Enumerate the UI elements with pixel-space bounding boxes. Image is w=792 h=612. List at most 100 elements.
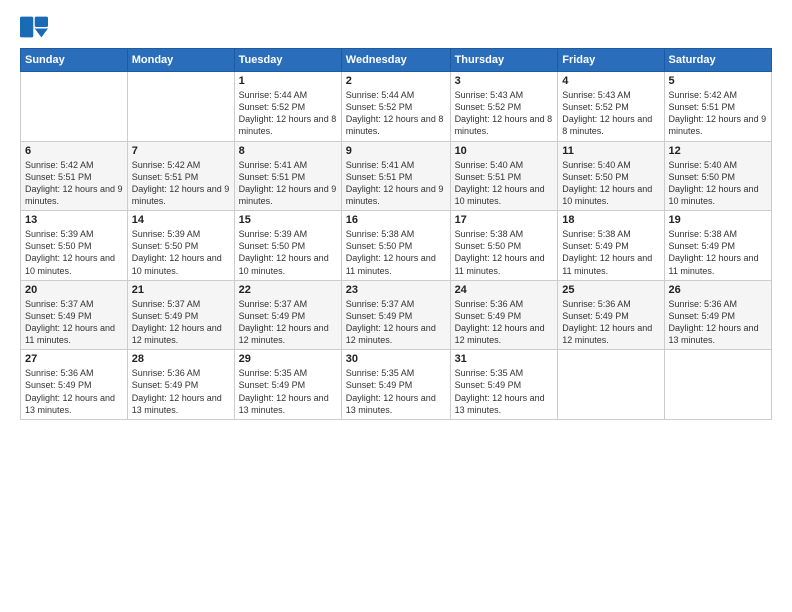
day-number: 4 (562, 75, 659, 87)
day-number: 10 (455, 145, 554, 157)
day-number: 14 (132, 214, 230, 226)
calendar-cell: 17Sunrise: 5:38 AM Sunset: 5:50 PM Dayli… (450, 211, 558, 281)
calendar-cell: 9 Sunrise: 5:41 AM Sunset: 5:51 PM Daylig… (341, 141, 450, 211)
day-info: Sunrise: 5:43 AM Sunset: 5:52 PM Dayligh… (562, 89, 659, 138)
day-number: 25 (562, 284, 659, 296)
day-info: Sunrise: 5:39 AM Sunset: 5:50 PM Dayligh… (132, 228, 230, 277)
page: SundayMondayTuesdayWednesdayThursdayFrid… (0, 0, 792, 612)
calendar-cell: 21 Sunrise: 5:37 AM Sunset: 5:49 PM Dayli… (127, 280, 234, 350)
day-number: 27 (25, 353, 123, 365)
day-info: Sunrise: 5:36 AM Sunset: 5:49 PM Dayligh… (455, 298, 554, 347)
weekday-sunday: Sunday (21, 49, 128, 72)
logo (20, 16, 52, 38)
day-number: 12 (669, 145, 767, 157)
day-info: Sunrise: 5:42 AM Sunset: 5:51 PM Dayligh… (25, 159, 123, 208)
logo-icon (20, 16, 48, 38)
calendar-cell (21, 72, 128, 142)
day-info: Sunrise: 5:42 AM Sunset: 5:51 PM Dayligh… (132, 159, 230, 208)
day-info: Sunrise: 5:38 AM Sunset: 5:50 PM Dayligh… (346, 228, 446, 277)
day-info: Sunrise: 5:44 AM Sunset: 5:52 PM Dayligh… (239, 89, 337, 138)
weekday-saturday: Saturday (664, 49, 771, 72)
day-number: 20 (25, 284, 123, 296)
day-number: 3 (455, 75, 554, 87)
calendar-cell: 11 Sunrise: 5:40 AM Sunset: 5:50 PM Dayli… (558, 141, 664, 211)
day-number: 18 (562, 214, 659, 226)
calendar-cell: 2Sunrise: 5:44 AM Sunset: 5:52 PM Daylig… (341, 72, 450, 142)
day-number: 22 (239, 284, 337, 296)
day-info: Sunrise: 5:40 AM Sunset: 5:50 PM Dayligh… (562, 159, 659, 208)
calendar-cell: 22 Sunrise: 5:37 AM Sunset: 5:49 PM Dayli… (234, 280, 341, 350)
calendar-cell: 13 Sunrise: 5:39 AM Sunset: 5:50 PM Dayli… (21, 211, 128, 281)
weekday-friday: Friday (558, 49, 664, 72)
calendar-cell: 20 Sunrise: 5:37 AM Sunset: 5:49 PM Dayli… (21, 280, 128, 350)
day-info: Sunrise: 5:37 AM Sunset: 5:49 PM Dayligh… (25, 298, 123, 347)
calendar-cell: 28 Sunrise: 5:36 AM Sunset: 5:49 PM Dayli… (127, 350, 234, 420)
day-info: Sunrise: 5:35 AM Sunset: 5:49 PM Dayligh… (239, 367, 337, 416)
calendar-cell: 10 Sunrise: 5:40 AM Sunset: 5:51 PM Dayli… (450, 141, 558, 211)
calendar-cell: 7 Sunrise: 5:42 AM Sunset: 5:51 PM Daylig… (127, 141, 234, 211)
calendar-cell: 26 Sunrise: 5:36 AM Sunset: 5:49 PM Dayli… (664, 280, 771, 350)
day-number: 16 (346, 214, 446, 226)
calendar-cell (558, 350, 664, 420)
calendar-cell: 27Sunrise: 5:36 AM Sunset: 5:49 PM Dayli… (21, 350, 128, 420)
calendar-cell: 14 Sunrise: 5:39 AM Sunset: 5:50 PM Dayli… (127, 211, 234, 281)
day-info: Sunrise: 5:36 AM Sunset: 5:49 PM Dayligh… (669, 298, 767, 347)
day-number: 13 (25, 214, 123, 226)
week-row-1: 1 Sunrise: 5:44 AM Sunset: 5:52 PM Daylig… (21, 72, 772, 142)
calendar-cell: 12Sunrise: 5:40 AM Sunset: 5:50 PM Dayli… (664, 141, 771, 211)
day-number: 2 (346, 75, 446, 87)
day-info: Sunrise: 5:36 AM Sunset: 5:49 PM Dayligh… (562, 298, 659, 347)
day-info: Sunrise: 5:41 AM Sunset: 5:51 PM Dayligh… (346, 159, 446, 208)
day-info: Sunrise: 5:43 AM Sunset: 5:52 PM Dayligh… (455, 89, 554, 138)
week-row-3: 13 Sunrise: 5:39 AM Sunset: 5:50 PM Dayli… (21, 211, 772, 281)
day-info: Sunrise: 5:39 AM Sunset: 5:50 PM Dayligh… (239, 228, 337, 277)
week-row-4: 20 Sunrise: 5:37 AM Sunset: 5:49 PM Dayli… (21, 280, 772, 350)
day-number: 8 (239, 145, 337, 157)
calendar-cell: 3 Sunrise: 5:43 AM Sunset: 5:52 PM Daylig… (450, 72, 558, 142)
day-info: Sunrise: 5:40 AM Sunset: 5:51 PM Dayligh… (455, 159, 554, 208)
day-info: Sunrise: 5:42 AM Sunset: 5:51 PM Dayligh… (669, 89, 767, 138)
calendar-cell (127, 72, 234, 142)
day-number: 30 (346, 353, 446, 365)
day-number: 31 (455, 353, 554, 365)
day-info: Sunrise: 5:38 AM Sunset: 5:49 PM Dayligh… (669, 228, 767, 277)
calendar-cell: 29 Sunrise: 5:35 AM Sunset: 5:49 PM Dayli… (234, 350, 341, 420)
weekday-tuesday: Tuesday (234, 49, 341, 72)
day-number: 26 (669, 284, 767, 296)
weekday-thursday: Thursday (450, 49, 558, 72)
calendar-cell: 8 Sunrise: 5:41 AM Sunset: 5:51 PM Daylig… (234, 141, 341, 211)
day-number: 28 (132, 353, 230, 365)
weekday-wednesday: Wednesday (341, 49, 450, 72)
day-number: 23 (346, 284, 446, 296)
day-number: 7 (132, 145, 230, 157)
day-info: Sunrise: 5:41 AM Sunset: 5:51 PM Dayligh… (239, 159, 337, 208)
day-info: Sunrise: 5:37 AM Sunset: 5:49 PM Dayligh… (239, 298, 337, 347)
day-number: 5 (669, 75, 767, 87)
day-number: 29 (239, 353, 337, 365)
calendar-cell: 23 Sunrise: 5:37 AM Sunset: 5:49 PM Dayli… (341, 280, 450, 350)
calendar-cell: 24 Sunrise: 5:36 AM Sunset: 5:49 PM Dayli… (450, 280, 558, 350)
calendar-cell: 15Sunrise: 5:39 AM Sunset: 5:50 PM Dayli… (234, 211, 341, 281)
calendar-cell (664, 350, 771, 420)
calendar-cell: 30Sunrise: 5:35 AM Sunset: 5:49 PM Dayli… (341, 350, 450, 420)
day-info: Sunrise: 5:37 AM Sunset: 5:49 PM Dayligh… (346, 298, 446, 347)
day-number: 11 (562, 145, 659, 157)
calendar-cell: 16 Sunrise: 5:38 AM Sunset: 5:50 PM Dayli… (341, 211, 450, 281)
day-number: 1 (239, 75, 337, 87)
day-number: 9 (346, 145, 446, 157)
header (20, 16, 772, 38)
weekday-monday: Monday (127, 49, 234, 72)
calendar-cell: 25 Sunrise: 5:36 AM Sunset: 5:49 PM Dayli… (558, 280, 664, 350)
day-info: Sunrise: 5:36 AM Sunset: 5:49 PM Dayligh… (132, 367, 230, 416)
calendar-cell: 4 Sunrise: 5:43 AM Sunset: 5:52 PM Daylig… (558, 72, 664, 142)
calendar-cell: 1 Sunrise: 5:44 AM Sunset: 5:52 PM Daylig… (234, 72, 341, 142)
day-info: Sunrise: 5:35 AM Sunset: 5:49 PM Dayligh… (455, 367, 554, 416)
day-number: 21 (132, 284, 230, 296)
day-info: Sunrise: 5:39 AM Sunset: 5:50 PM Dayligh… (25, 228, 123, 277)
calendar-cell: 5 Sunrise: 5:42 AM Sunset: 5:51 PM Daylig… (664, 72, 771, 142)
calendar-cell: 31 Sunrise: 5:35 AM Sunset: 5:49 PM Dayli… (450, 350, 558, 420)
calendar-cell: 6Sunrise: 5:42 AM Sunset: 5:51 PM Daylig… (21, 141, 128, 211)
day-info: Sunrise: 5:37 AM Sunset: 5:49 PM Dayligh… (132, 298, 230, 347)
day-number: 17 (455, 214, 554, 226)
day-number: 24 (455, 284, 554, 296)
